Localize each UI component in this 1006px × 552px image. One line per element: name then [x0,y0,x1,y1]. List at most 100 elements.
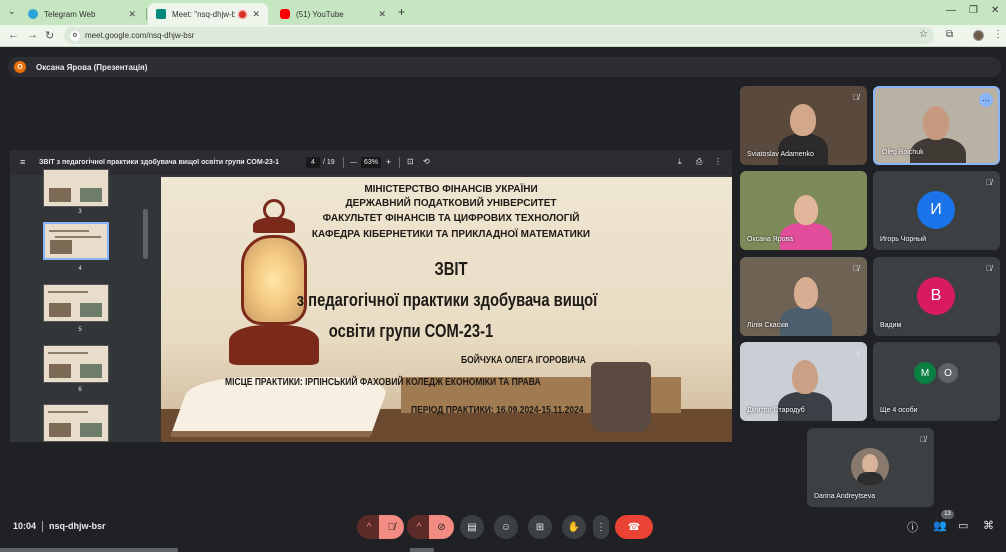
browser-tab-bar: ⌄ Telegram Web ✕ Meet: "nsq-dhjw-bsr" ✕ … [0,0,1006,25]
meeting-clock: 10:04 [13,521,37,531]
url-field[interactable]: ⚙ meet.google.com/nsq-dhjw-bsr ☆ [64,27,934,44]
pdf-toolbar: ≡ ЗВІТ з педагогічної практики здобувача… [10,150,732,175]
video-options-button[interactable]: ^ [407,515,431,539]
tab-youtube[interactable]: (51) YouTube ✕ [272,3,394,25]
presenter-avatar: О [14,61,26,73]
thumbnail-number: 6 [78,387,82,393]
participant-tile[interactable]: 🎙̸ Лілія Скасків [740,257,867,336]
participant-name: Вадим [880,322,902,329]
page-thumbnail[interactable] [43,284,109,322]
zoom-level-input[interactable]: 63% [361,157,381,168]
people-icon[interactable]: 👥 [933,519,947,532]
recording-icon [239,10,247,18]
tab-telegram[interactable]: Telegram Web ✕ [20,3,144,25]
tab-meet[interactable]: Meet: "nsq-dhjw-bsr" ✕ [148,3,268,25]
zoom-in-icon[interactable]: + [386,157,391,167]
camera-toggle-button[interactable]: ⊘ [429,515,454,539]
back-icon[interactable]: ← [8,29,19,41]
page-thumbnail-selected[interactable] [43,222,109,260]
thumbnail-sidebar: 3 4 5 6 [10,169,150,442]
present-screen-button[interactable]: ⊞ [528,515,552,539]
close-icon[interactable]: ✕ [378,9,386,20]
close-icon[interactable]: ✕ [128,9,136,20]
close-icon[interactable]: ✕ [252,9,260,20]
more-options-button[interactable]: ⋮ [593,515,609,539]
participant-tile[interactable]: В 🎙̸ Вадим [873,257,1000,336]
more-options-icon[interactable]: ⋯ [979,93,993,107]
mic-off-icon: 🎙̸ [986,178,992,187]
audio-options-button[interactable]: ^ [357,515,381,539]
participant-name: Лілія Скасків [747,322,789,329]
tab-separator [146,8,147,20]
page-total: / 19 [323,159,335,166]
page-number-input[interactable]: 4 [306,157,320,168]
more-participants-tile[interactable]: М О Ще 4 особи [873,342,1000,421]
more-options-icon[interactable]: ⋮ [714,157,722,166]
tab-label: Telegram Web [44,9,96,19]
divider [399,157,400,168]
fit-page-icon[interactable]: ⊡ [407,157,414,166]
page-thumbnail[interactable] [43,404,109,442]
mic-toggle-button[interactable]: 🎙̸ [379,515,404,539]
thumbnail-scrollbar[interactable] [143,209,148,259]
divider [42,521,43,532]
close-window-icon[interactable]: ✕ [991,5,999,16]
tab-label: Meet: "nsq-dhjw-bsr" [172,9,236,19]
bottom-scrollbar [0,548,178,552]
participant-video [794,195,818,225]
slide-ministry: МІНІСТЕРСТВО ФІНАНСІВ УКРАЇНИ [364,184,538,195]
activities-icon[interactable]: ⌘ [983,519,994,532]
slide-title-report: ЗВІТ [434,259,468,279]
rotate-icon[interactable]: ⟲ [423,157,430,166]
participant-tile[interactable]: 🎙̸ Darina Andreytseva [807,428,934,507]
page-thumbnail[interactable] [43,169,109,207]
thumbnail-number: 5 [78,327,82,333]
participant-video [923,106,949,140]
url-text: meet.google.com/nsq-dhjw-bsr [85,31,195,40]
browser-menu-icon[interactable]: ⋮ [993,29,1003,40]
print-icon[interactable]: ⎙ [696,157,702,167]
meeting-details-icon[interactable]: ⓘ [907,519,918,535]
leave-call-button[interactable]: ☎ [615,515,653,539]
site-info-icon[interactable]: ⚙ [70,30,80,41]
cup-graphic [591,362,651,432]
participant-tile[interactable]: И 🎙̸ Игорь Чорный [873,171,1000,250]
download-icon[interactable]: ⤓ [678,157,682,167]
chat-icon[interactable]: ▭ [958,519,968,532]
participants-count-badge: 13 [941,510,954,519]
participant-tile[interactable]: 🎙̸ Дмитро Стародуб [740,342,867,421]
extensions-icon[interactable]: ⧉ [946,29,953,40]
more-vert-icon: ⋮ [596,521,606,533]
slide-period: ПЕРІОД ПРАКТИКИ: 16.09.2024-15.11.2024 [411,405,584,416]
bookmark-star-icon[interactable]: ☆ [919,29,928,40]
slide-canvas: МІНІСТЕРСТВО ФІНАНСІВ УКРАЇНИ ДЕРЖАВНИЙ … [150,175,732,442]
restore-icon[interactable]: ❐ [969,5,978,16]
reactions-button[interactable]: ☺ [494,515,518,539]
raise-hand-button[interactable]: ✋ [562,515,586,539]
forward-icon[interactable]: → [27,29,38,41]
participant-tile[interactable]: Оксана Ярова [740,171,867,250]
profile-avatar[interactable] [973,30,984,41]
slide-faculty: ФАКУЛЬТЕТ ФІНАНСІВ ТА ЦИФРОВИХ ТЕХНОЛОГІ… [322,213,580,224]
mic-off-icon: 🎙̸ [986,264,992,273]
hang-up-icon: ☎ [627,521,641,533]
minimize-icon[interactable]: — [946,5,956,16]
reload-icon[interactable]: ↻ [45,29,54,42]
participant-tile[interactable]: 🎙̸ Sviatoslav Adamenko [740,86,867,165]
new-tab-button[interactable]: + [398,5,405,19]
page-thumbnail[interactable] [43,345,109,383]
participant-tile[interactable]: ⋯ Oleg Boichuk [873,86,1000,165]
menu-icon[interactable]: ≡ [20,157,25,167]
presenter-name: Оксана Ярова (Презентація) [36,62,148,72]
participant-name: Sviatoslav Adamenko [747,151,814,158]
tab-search-icon[interactable]: ⌄ [8,6,16,17]
participant-video [790,104,816,136]
captions-button[interactable]: ▤ [460,515,484,539]
participant-name: Darina Andreytseva [814,493,876,500]
youtube-icon [280,9,290,19]
zoom-out-icon[interactable]: — [350,159,357,166]
thumbnail-number: 3 [78,209,82,215]
participant-name: Дмитро Стародуб [747,407,805,414]
slide-university: ДЕРЖАВНИЙ ПОДАТКОВИЙ УНІВЕРСИТЕТ [345,198,557,209]
participant-avatar: М [914,362,936,384]
